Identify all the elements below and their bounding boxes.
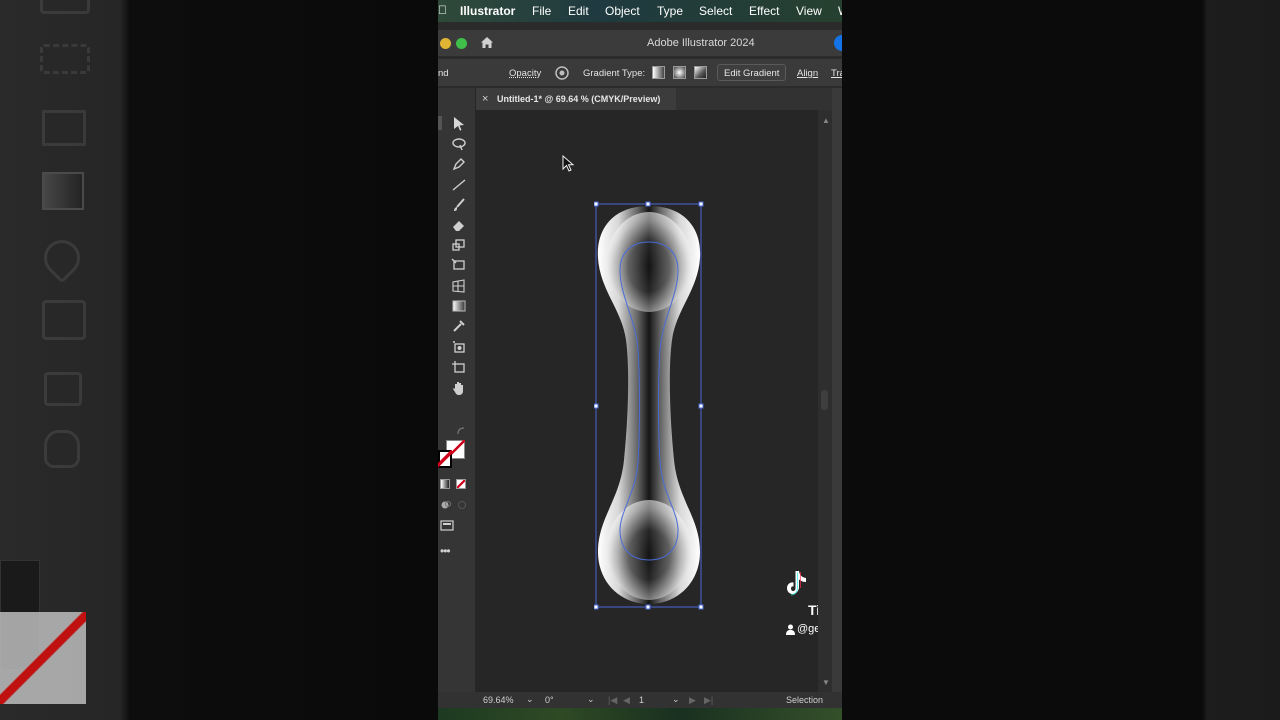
video-frame:  Illustrator File Edit Object Type Sele… xyxy=(0,0,1280,720)
zoom-dropdown-icon[interactable]: ⌄ xyxy=(526,694,534,705)
gradient-type-label: Gradient Type: xyxy=(583,68,646,79)
opacity-label[interactable]: Opacity xyxy=(509,68,541,79)
tiktok-logo-icon xyxy=(787,571,806,596)
scroll-up-arrow[interactable]: ▲ xyxy=(822,116,830,125)
apple-menu-icon[interactable]:  xyxy=(438,3,447,17)
edit-gradient-button[interactable]: Edit Gradient xyxy=(717,64,787,81)
perspective-grid-icon[interactable] xyxy=(451,279,467,293)
menu-type[interactable]: Type xyxy=(657,4,683,18)
rotation-dropdown-icon[interactable]: ⌄ xyxy=(587,694,595,705)
menu-window-overflow[interactable]: W xyxy=(838,4,842,18)
rotation-value[interactable]: 0° xyxy=(545,695,554,705)
dumbbell-shape[interactable] xyxy=(594,200,704,610)
first-artboard-icon[interactable]: |◀ xyxy=(608,695,617,706)
zoom-level[interactable]: 69.64% xyxy=(483,695,514,705)
none-mode-icon[interactable] xyxy=(456,479,466,489)
menu-app-name[interactable]: Illustrator xyxy=(460,4,515,18)
linear-gradient-icon[interactable] xyxy=(652,66,665,79)
screen-mode-icon[interactable] xyxy=(440,519,454,531)
minimize-window-button[interactable] xyxy=(440,38,451,49)
swap-fill-stroke-icon[interactable] xyxy=(456,426,466,436)
menu-object[interactable]: Object xyxy=(605,4,640,18)
menu-file[interactable]: File xyxy=(532,4,551,18)
window-titlebar: Adobe Illustrator 2024 xyxy=(438,30,842,56)
selection-tool-icon[interactable] xyxy=(452,116,466,132)
artboard-number[interactable]: 1 xyxy=(639,695,644,705)
menu-effect[interactable]: Effect xyxy=(749,4,779,18)
next-artboard-icon[interactable]: ▶ xyxy=(689,695,696,706)
draw-mode-icon[interactable] xyxy=(440,499,452,511)
gradient-tool-icon[interactable] xyxy=(451,299,467,313)
blend-label-fragment[interactable]: nd xyxy=(438,68,449,79)
control-bar: nd Opacity Gradient Type: Edit Gradient … xyxy=(438,58,842,86)
menu-select[interactable]: Select xyxy=(699,4,732,18)
desktop-wallpaper-strip xyxy=(438,708,842,720)
freeform-gradient-icon[interactable] xyxy=(694,66,707,79)
home-icon[interactable] xyxy=(480,36,494,49)
artboard-canvas[interactable]: TikTo @genias xyxy=(476,110,842,692)
prev-artboard-icon[interactable]: ◀ xyxy=(623,695,630,706)
document-tab-title: Untitled-1* @ 69.64 % (CMYK/Preview) xyxy=(497,94,661,104)
menu-bar:  Illustrator File Edit Object Type Sele… xyxy=(438,0,842,22)
menu-view[interactable]: View xyxy=(796,4,822,18)
transform-label-fragment[interactable]: Tra xyxy=(831,68,842,79)
scroll-down-arrow[interactable]: ▼ xyxy=(822,678,830,687)
user-icon xyxy=(786,624,795,635)
share-button[interactable] xyxy=(834,35,842,51)
illustrator-window:  Illustrator File Edit Object Type Sele… xyxy=(438,0,842,720)
window-title: Adobe Illustrator 2024 xyxy=(647,37,755,49)
lasso-tool-icon[interactable] xyxy=(451,137,467,151)
close-tab-icon[interactable]: × xyxy=(482,93,488,105)
menu-edit[interactable]: Edit xyxy=(568,4,589,18)
blurred-backdrop-left xyxy=(0,0,438,720)
gradient-mode-icon[interactable] xyxy=(440,479,450,489)
symbol-sprayer-icon[interactable] xyxy=(451,340,467,354)
hand-tool-icon[interactable] xyxy=(451,380,467,396)
eyedropper-tool-icon[interactable] xyxy=(451,319,467,333)
current-tool-label: Selection xyxy=(786,695,824,705)
document-tab-bar: × Untitled-1* @ 69.64 % (CMYK/Preview) xyxy=(476,88,842,110)
line-tool-icon[interactable] xyxy=(451,178,467,192)
pen-tool-icon[interactable] xyxy=(451,157,467,171)
recolor-artwork-icon[interactable] xyxy=(555,66,569,80)
more-tools-icon[interactable]: ••• xyxy=(440,544,451,558)
tools-panel: ••• xyxy=(438,88,476,692)
last-artboard-icon[interactable]: ▶| xyxy=(704,695,713,706)
mouse-cursor-icon xyxy=(562,155,575,172)
panels-dock-edge xyxy=(832,88,842,692)
document-tab[interactable]: × Untitled-1* @ 69.64 % (CMYK/Preview) xyxy=(476,88,676,110)
artboard-tool-icon[interactable] xyxy=(451,360,467,374)
radial-gradient-icon[interactable] xyxy=(673,66,686,79)
artboard-dropdown-icon[interactable]: ⌄ xyxy=(672,694,680,705)
zoom-window-button[interactable] xyxy=(456,38,467,49)
status-bar: 69.64% ⌄ 0° ⌄ |◀ ◀ 1 ⌄ ▶ ▶| Selection xyxy=(476,692,842,708)
free-transform-icon[interactable] xyxy=(451,258,467,272)
fill-swatch-gradient xyxy=(438,450,452,468)
align-label[interactable]: Align xyxy=(797,68,818,79)
draw-inside-icon xyxy=(458,501,466,509)
vertical-scrollbar[interactable]: ▲ ▼ xyxy=(818,110,832,692)
paintbrush-tool-icon[interactable] xyxy=(451,198,467,212)
status-bar-left xyxy=(438,692,476,708)
blurred-backdrop-right xyxy=(842,0,1280,720)
eraser-tool-icon[interactable] xyxy=(451,218,467,232)
rotate-tool-icon[interactable] xyxy=(451,238,467,252)
tools-panel-left-edge xyxy=(438,116,442,130)
scroll-thumb[interactable] xyxy=(821,390,828,410)
